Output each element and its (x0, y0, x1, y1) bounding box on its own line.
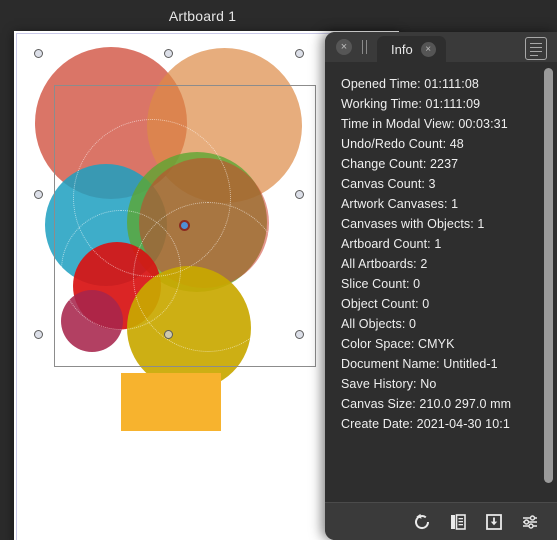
info-row: Undo/Redo Count: 48 (341, 137, 464, 151)
selection-center-anchor[interactable] (179, 220, 190, 231)
info-row: Create Date: 2021-04-30 10:1 (341, 417, 510, 431)
tab-info[interactable]: Info × (377, 36, 446, 62)
info-row: Canvases with Objects: 1 (341, 217, 485, 231)
info-row: Artwork Canvases: 1 (341, 197, 459, 211)
info-row: All Artboards: 2 (341, 257, 428, 271)
rectangle-orange[interactable] (121, 373, 221, 431)
panel-scrollbar-thumb[interactable] (544, 68, 553, 483)
info-row: All Objects: 0 (341, 317, 417, 331)
panel-footer-toolbar (325, 502, 557, 540)
info-row: Color Space: CMYK (341, 337, 455, 351)
list-menu-icon[interactable] (525, 37, 547, 60)
info-row: Opened Time: 01:111:08 (341, 77, 479, 91)
info-list: Opened Time: 01:111:08 Working Time: 01:… (341, 74, 535, 434)
info-row: Save History: No (341, 377, 437, 391)
selection-handle-top-right[interactable] (295, 49, 304, 58)
app-window: Artboard 1 × Info × Opened Time: 01:111:… (0, 0, 557, 540)
selection-handle-middle-right[interactable] (295, 190, 304, 199)
info-panel: × Info × Opened Time: 01:111:08 Working … (325, 32, 557, 540)
selection-handle-bottom-left[interactable] (34, 330, 43, 339)
circle-yellow[interactable] (127, 266, 251, 390)
copy-icon[interactable] (447, 511, 469, 533)
panel-body: Opened Time: 01:111:08 Working Time: 01:… (325, 62, 557, 502)
settings-sliders-icon[interactable] (519, 511, 541, 533)
info-row: Document Name: Untitled-1 (341, 357, 498, 371)
tab-info-label: Info (391, 41, 413, 57)
panel-close-icon[interactable]: × (336, 39, 352, 55)
selection-handle-middle-left[interactable] (34, 190, 43, 199)
circle-magenta[interactable] (61, 290, 123, 352)
panel-titlebar[interactable]: × Info × (325, 32, 557, 62)
info-row: Artboard Count: 1 (341, 237, 442, 251)
info-row: Working Time: 01:111:09 (341, 97, 481, 111)
info-row: Slice Count: 0 (341, 277, 421, 291)
selection-handle-bottom-right[interactable] (295, 330, 304, 339)
save-download-icon[interactable] (483, 511, 505, 533)
refresh-icon[interactable] (411, 511, 433, 533)
selection-handle-top-left[interactable] (34, 49, 43, 58)
tab-info-close-icon[interactable]: × (420, 41, 436, 57)
panel-drag-handle[interactable] (360, 40, 370, 54)
selection-handle-bottom-center[interactable] (164, 330, 173, 339)
info-row: Time in Modal View: 00:03:31 (341, 117, 508, 131)
info-row: Change Count: 2237 (341, 157, 459, 171)
info-row: Canvas Count: 3 (341, 177, 436, 191)
info-row: Object Count: 0 (341, 297, 430, 311)
artboard-title: Artboard 1 (168, 8, 237, 24)
info-row: Canvas Size: 210.0 297.0 mm (341, 397, 512, 411)
selection-handle-top-center[interactable] (164, 49, 173, 58)
